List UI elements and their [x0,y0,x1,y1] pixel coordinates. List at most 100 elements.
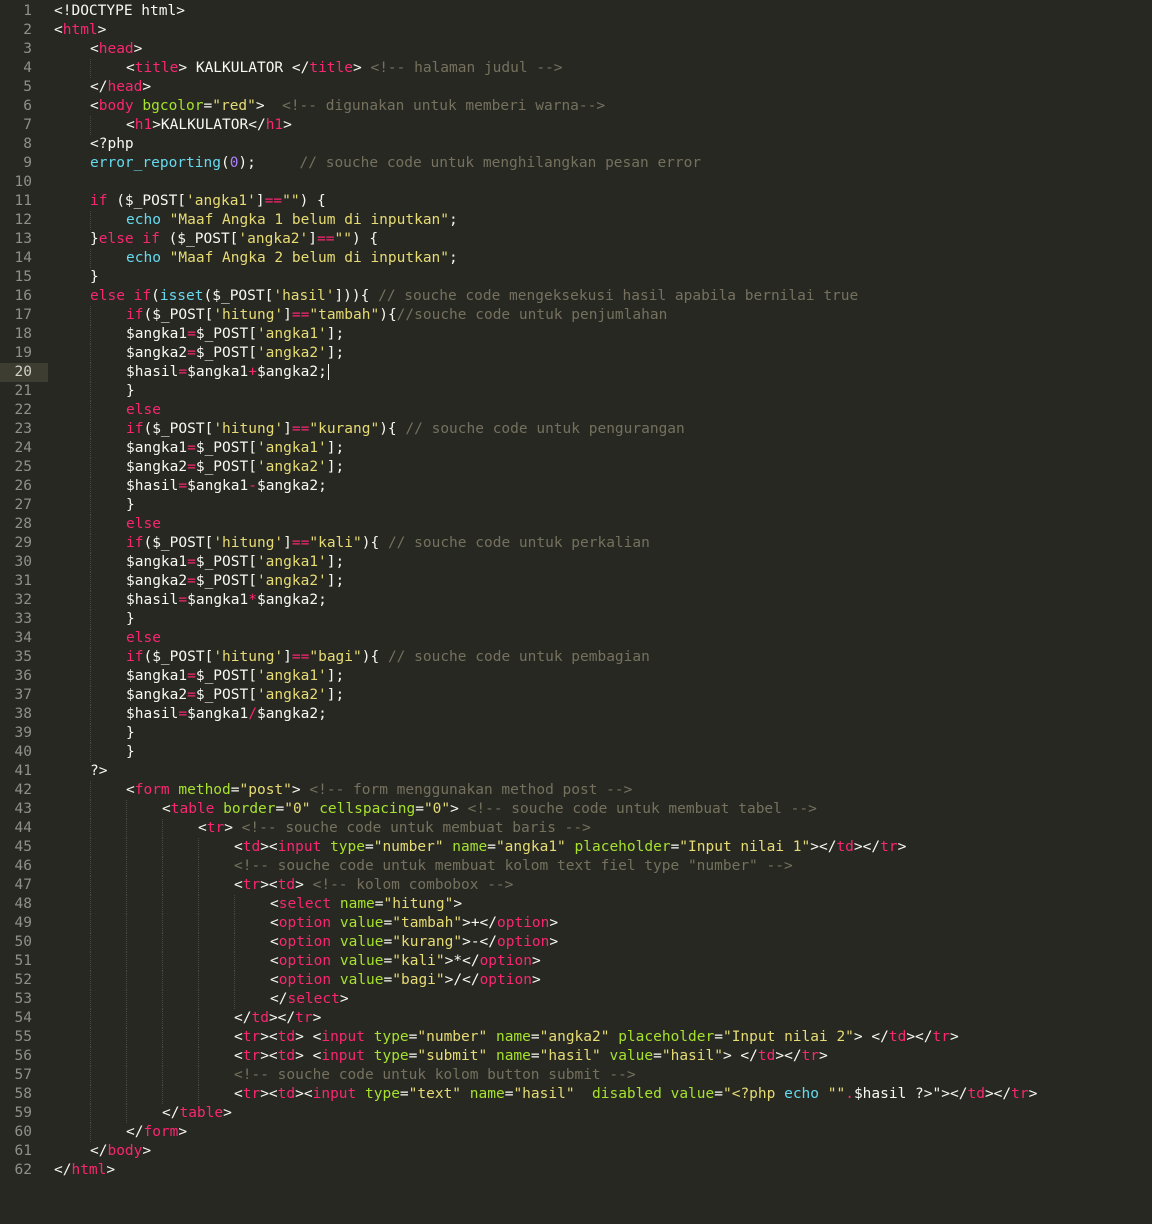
code-line[interactable]: 51 <option value="kali">*</option> [0,952,1152,971]
line-content: </td></tr> [234,1009,321,1028]
code-line[interactable]: 62 </html> [0,1161,1152,1180]
code-line[interactable]: 58 <tr><td><input type="text" name="hasil… [0,1085,1152,1104]
code-line[interactable]: 48 <select name="hitung"> [0,895,1152,914]
code-line[interactable]: 52 <option value="bagi">/</option> [0,971,1152,990]
code-token: name [469,1086,505,1102]
indent-guide [90,401,91,420]
code-line[interactable]: 57 <!-- souche code untuk kolom button su… [0,1066,1152,1085]
code-line[interactable]: 18 $angka1=$_POST['angka1']; [0,325,1152,344]
code-line[interactable]: 45 <td><input type="number" name="angka1"… [0,838,1152,857]
code-line[interactable]: 7 <h1>KALKULATOR</h1> [0,116,1152,135]
code-line[interactable]: 4 <title> KALKULATOR </title> <!-- halama… [0,59,1152,78]
code-line[interactable]: 37 $angka2=$_POST['angka2']; [0,686,1152,705]
code-token: - [248,478,257,494]
code-lines[interactable]: 1 <!DOCTYPE html> 2 <html> 3 <head> 4 <title> K… [0,2,1152,1180]
code-line[interactable]: 39} [0,724,1152,743]
code-line[interactable]: 15} [0,268,1152,287]
code-token: 'angka2' [256,687,327,703]
code-line[interactable]: 14 echo "Maaf Angka 2 belum di inputkan"; [0,249,1152,268]
code-token: ){ [361,649,388,665]
code-token: "hasil" [539,1048,601,1064]
code-line[interactable]: 25 $angka2=$_POST['angka2']; [0,458,1152,477]
code-token: ></ [941,1086,968,1102]
indent-guide [90,914,91,933]
code-line[interactable]: 28 else [0,515,1152,534]
code-line[interactable]: 61 </body> [0,1142,1152,1161]
code-line[interactable]: 34 else [0,629,1152,648]
code-line[interactable]: 3 <head> [0,40,1152,59]
code-line[interactable]: 8 <?php [0,135,1152,154]
code-line[interactable]: 21} [0,382,1152,401]
line-content: if($_POST['hitung']=="tambah"){//souche … [126,306,667,325]
code-token: { [387,307,397,323]
code-line[interactable]: 54 </td></tr> [0,1009,1152,1028]
code-line[interactable]: 22 else [0,401,1152,420]
code-line[interactable]: 35 if($_POST['hitung']=="bagi"){ // souch… [0,648,1152,667]
code-token: <!-- digunakan untuk memberi warna--> [282,98,606,114]
code-line[interactable]: 38 $hasil=$angka1/$angka2; [0,705,1152,724]
code-line[interactable]: 9 error_reporting(0); // souche code untu… [0,154,1152,173]
code-line[interactable]: 16 else if(isset($_POST['hasil'])){ // so… [0,287,1152,306]
code-line[interactable]: 32 $hasil=$angka1*$angka2; [0,591,1152,610]
code-line[interactable]: 17 if($_POST['hitung']=="tambah"){//souch… [0,306,1152,325]
line-number: 20 [0,363,48,382]
code-line[interactable]: 13}else if ($_POST['angka2']=="") { [0,230,1152,249]
code-line[interactable]: 1 <!DOCTYPE html> [0,2,1152,21]
code-token: } [90,269,99,285]
code-token: > KALKULATOR </ [178,60,310,76]
line-number: 60 [14,1124,32,1140]
code-token: ]; [326,668,345,684]
code-line[interactable]: 55 <tr><td> <input type="number" name="an… [0,1028,1152,1047]
code-line[interactable]: 47 <tr><td> <!-- kolom combobox --> [0,876,1152,895]
code-line[interactable]: 56 <tr><td> <input type="submit" name="ha… [0,1047,1152,1066]
code-line[interactable]: 43 <table border="0" cellspacing="0"> <!-… [0,800,1152,819]
code-token: </ [162,1105,180,1121]
code-token: == [291,535,310,551]
code-token: tr [801,1048,820,1064]
code-line[interactable]: 5 </head> [0,78,1152,97]
code-line[interactable]: 27} [0,496,1152,515]
code-line[interactable]: 31 $angka2=$_POST['angka2']; [0,572,1152,591]
code-line[interactable]: 20 $hasil=$angka1+$angka2; [0,363,1152,382]
code-line[interactable]: 40} [0,743,1152,762]
code-token: > [949,1029,959,1045]
code-token: else if [90,288,152,304]
code-line[interactable]: 59 </table> [0,1104,1152,1123]
line-content: </body> [90,1142,151,1161]
code-editor[interactable]: 1 <!DOCTYPE html> 2 <html> 3 <head> 4 <title> K… [0,0,1152,1224]
code-line[interactable]: 42 <form method="post"> <!-- form menggun… [0,781,1152,800]
code-token: < [270,896,279,912]
code-line[interactable]: 30 $angka1=$_POST['angka1']; [0,553,1152,572]
code-line[interactable]: 29 if($_POST['hitung']=="kali"){ // souch… [0,534,1152,553]
code-line[interactable]: 2 <html> [0,21,1152,40]
code-token: tr [1011,1086,1029,1102]
code-token: $_POST[ [195,554,257,570]
code-token: > [142,1143,152,1159]
code-token: name [339,896,375,912]
code-line[interactable]: 33} [0,610,1152,629]
code-line[interactable]: 36 $angka1=$_POST['angka1']; [0,667,1152,686]
code-token: <!DOCTYPE html> [54,3,185,19]
code-line[interactable]: 46 <!-- souche code untuk membuat kolom t… [0,857,1152,876]
code-line[interactable]: 10 [0,173,1152,192]
code-line[interactable]: 26 $hasil=$angka1-$angka2; [0,477,1152,496]
code-line[interactable]: 50 <option value="kurang">-</option> [0,933,1152,952]
code-line[interactable]: 23 if($_POST['hitung']=="kurang"){ // sou… [0,420,1152,439]
code-line[interactable]: 41 ?> [0,762,1152,781]
code-line[interactable]: 6 <body bgcolor="red"> <!-- digunakan unt… [0,97,1152,116]
code-line[interactable]: 44 <tr> <!-- souche code untuk membuat ba… [0,819,1152,838]
code-line[interactable]: 11 if ($_POST['angka1']=="") { [0,192,1152,211]
code-line[interactable]: 19 $angka2=$_POST['angka2']; [0,344,1152,363]
code-line[interactable]: 12 echo "Maaf Angka 1 belum di inputkan"; [0,211,1152,230]
line-number: 35 [14,649,32,665]
code-line[interactable]: 49 <option value="tambah">+</option> [0,914,1152,933]
code-line[interactable]: 53 </select> [0,990,1152,1009]
code-line[interactable]: 60 </form> [0,1123,1152,1142]
code-line[interactable]: 24 $angka1=$_POST['angka1']; [0,439,1152,458]
indent-guide [90,686,91,705]
line-number: 13 [14,231,32,247]
line-content: $hasil=$angka1+$angka2; [126,363,329,382]
indent-guide [126,933,127,952]
indent-guide [126,952,127,971]
